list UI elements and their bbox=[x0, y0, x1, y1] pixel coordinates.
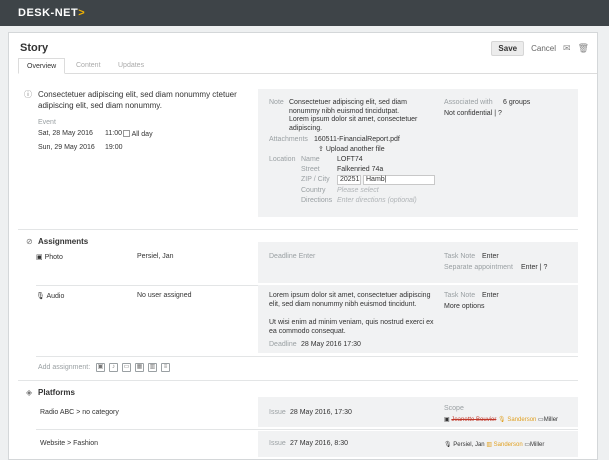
deadline-photo[interactable]: Deadline Enter bbox=[269, 253, 315, 260]
issue-label-website: Issue bbox=[269, 440, 286, 447]
cancel-button[interactable]: Cancel bbox=[531, 44, 556, 53]
name-value[interactable]: LOFT74 bbox=[337, 156, 363, 163]
add-film-icon[interactable]: ▦ bbox=[135, 363, 144, 372]
divider bbox=[36, 356, 578, 357]
all-day-checkbox-row[interactable]: All day bbox=[123, 130, 153, 138]
issue-value-radio[interactable]: 28 May 2016, 17:30 bbox=[290, 409, 352, 416]
microphone-icon: 🎙 bbox=[36, 293, 45, 300]
add-assignment-label: Add assignment: bbox=[38, 364, 91, 371]
upload-icon: ⇪ bbox=[318, 146, 324, 153]
city-input[interactable]: Hamb| bbox=[363, 175, 435, 185]
scope-users-radio: ▣ Jeanette Bouvier 🎙 Sanderson ▭Miller bbox=[444, 416, 558, 423]
user-chip[interactable]: ▭Miller bbox=[524, 442, 544, 448]
info-icon: ⓘ bbox=[24, 90, 32, 99]
story-panel: Story Save Cancel ✉ 🗑 Overview Content U… bbox=[8, 32, 598, 460]
audio-text-1[interactable]: Lorem ipsum dolor sit amet, consectetuer… bbox=[269, 292, 434, 309]
audio-text-2[interactable]: Ut wisi enim ad minim veniam, quis nostr… bbox=[269, 319, 434, 336]
tab-bar: Overview Content Updates bbox=[18, 58, 597, 74]
mail-icon[interactable]: ✉ bbox=[563, 43, 571, 54]
issue-label-radio: Issue bbox=[269, 409, 286, 416]
add-photo-icon[interactable]: ▣ bbox=[96, 363, 105, 372]
location-label: Location bbox=[269, 156, 296, 163]
directions-label: Directions bbox=[301, 197, 333, 204]
platform-website[interactable]: Website > Fashion bbox=[40, 440, 98, 447]
divider bbox=[18, 380, 578, 381]
separate-appointment-label: Separate appointment bbox=[444, 264, 513, 271]
trash-icon[interactable]: 🗑 bbox=[578, 43, 589, 54]
attachment-file[interactable]: 160511-FinancialReport.pdf bbox=[314, 136, 400, 143]
name-label: Name bbox=[301, 156, 320, 163]
deadline-label-audio: Deadline bbox=[269, 341, 297, 348]
divider bbox=[18, 229, 578, 230]
directions-input[interactable]: Enter directions (optional) bbox=[337, 197, 417, 204]
street-value[interactable]: Falkenried 74a bbox=[337, 166, 383, 173]
add-video-icon[interactable]: ▭ bbox=[122, 363, 131, 372]
add-audio-icon[interactable]: ♪ bbox=[109, 363, 118, 372]
assignment-box-photo bbox=[258, 242, 578, 283]
note-text[interactable]: Consectetuer adipiscing elit, sed diam n… bbox=[289, 99, 419, 133]
camera-icon: ▣ bbox=[36, 254, 43, 261]
assignment-user-audio[interactable]: No user assigned bbox=[137, 292, 191, 299]
end-time[interactable]: 19:00 bbox=[105, 144, 123, 151]
tab-updates[interactable]: Updates bbox=[110, 58, 152, 74]
task-note-label-audio: Task Note bbox=[444, 292, 476, 299]
all-day-checkbox[interactable] bbox=[123, 130, 130, 137]
add-text-icon[interactable]: ≡ bbox=[161, 363, 170, 372]
country-select[interactable]: Please select bbox=[337, 187, 379, 194]
attachments-label: Attachments bbox=[269, 136, 308, 143]
add-chart-icon[interactable]: ▥ bbox=[148, 363, 157, 372]
user-chip[interactable]: 🎙 Sanderson bbox=[498, 417, 536, 423]
scope-users-website: 🎙 Persiel, Jan ▥ Sanderson ▭Miller bbox=[444, 441, 544, 448]
associated-label: Associated with bbox=[444, 99, 493, 106]
logo-chevron: > bbox=[78, 7, 86, 19]
country-label: Country bbox=[301, 187, 326, 194]
assignment-type-photo: ▣ Photo bbox=[36, 254, 63, 261]
note-label: Note bbox=[269, 99, 284, 106]
story-headline[interactable]: Consectetuer adipiscing elit, sed diam n… bbox=[38, 89, 250, 111]
platforms-title: Platforms bbox=[38, 388, 75, 397]
platforms-icon: ◈ bbox=[26, 388, 33, 397]
top-bar: DESK-NET> bbox=[0, 0, 609, 26]
associated-value[interactable]: 6 groups bbox=[503, 99, 530, 106]
deadline-value-audio[interactable]: 28 May 2016 17:30 bbox=[301, 341, 361, 348]
save-button[interactable]: Save bbox=[491, 41, 525, 56]
zip-input[interactable]: 20251 bbox=[337, 175, 361, 185]
start-time[interactable]: 11:00 bbox=[105, 130, 122, 137]
scope-label: Scope bbox=[444, 405, 464, 412]
assignments-icon: ⊘ bbox=[26, 237, 33, 246]
issue-value-website[interactable]: 27 May 2016, 8:30 bbox=[290, 440, 348, 447]
street-label: Street bbox=[301, 166, 320, 173]
start-date[interactable]: Sat, 28 May 2016 bbox=[38, 130, 93, 137]
end-date[interactable]: Sun, 29 May 2016 bbox=[38, 144, 95, 151]
user-chip[interactable]: ▥ Sanderson bbox=[486, 442, 522, 448]
platform-radio[interactable]: Radio ABC > no category bbox=[40, 409, 119, 416]
user-chip[interactable]: Jeanette Bouvier bbox=[451, 417, 496, 423]
separate-appointment-value[interactable]: Enter | ? bbox=[521, 264, 547, 271]
photo-icon: ▣ bbox=[444, 417, 450, 423]
header-actions: Save Cancel ✉ 🗑 bbox=[491, 41, 589, 56]
page-title: Story bbox=[20, 42, 49, 54]
zip-label: ZIP / City bbox=[301, 176, 330, 183]
tab-overview[interactable]: Overview bbox=[18, 58, 66, 74]
divider bbox=[36, 429, 578, 430]
task-note-photo[interactable]: Enter bbox=[482, 253, 499, 260]
task-note-audio[interactable]: Enter bbox=[482, 292, 499, 299]
upload-link[interactable]: ⇪ Upload another file bbox=[318, 145, 385, 153]
assignment-user-photo[interactable]: Persiel, Jan bbox=[137, 253, 174, 260]
task-note-label-photo: Task Note bbox=[444, 253, 476, 260]
event-label: Event bbox=[38, 119, 56, 126]
add-assignment-buttons: ▣ ♪ ▭ ▦ ▥ ≡ bbox=[96, 363, 174, 372]
user-chip[interactable]: 🎙 Persiel, Jan bbox=[444, 442, 485, 448]
assignment-type-audio: 🎙 Audio bbox=[36, 293, 65, 300]
tab-content[interactable]: Content bbox=[68, 58, 109, 74]
more-options-link[interactable]: More options bbox=[444, 303, 484, 310]
all-day-label: All day bbox=[131, 131, 153, 138]
user-chip[interactable]: ▭Miller bbox=[538, 417, 558, 423]
app-logo[interactable]: DESK-NET> bbox=[18, 7, 85, 19]
assignments-title: Assignments bbox=[38, 237, 89, 246]
confidential-toggle[interactable]: Not confidential | ? bbox=[444, 110, 502, 117]
